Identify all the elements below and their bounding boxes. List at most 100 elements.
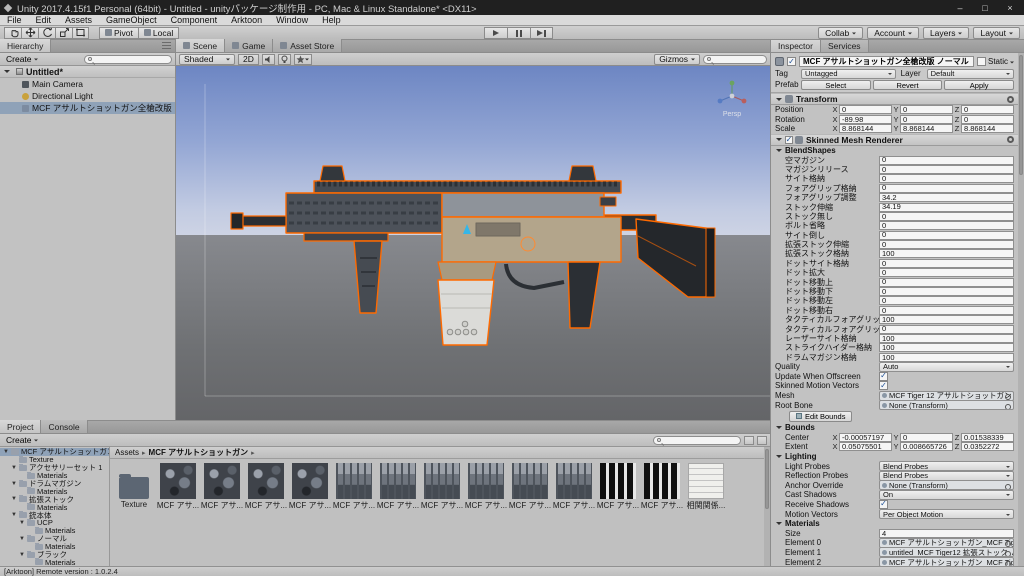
blendshape-value-field[interactable]: 0 bbox=[879, 221, 1014, 230]
project-tree-item[interactable]: Texture bbox=[0, 456, 109, 464]
bounds-foldout[interactable]: Bounds bbox=[771, 423, 1018, 433]
blendshape-value-field[interactable]: 0 bbox=[879, 184, 1014, 193]
prefab-button[interactable]: Revert bbox=[873, 80, 943, 90]
asset-item[interactable]: MCF アサ... bbox=[376, 463, 420, 511]
center-y-field[interactable]: 0 bbox=[900, 433, 953, 442]
blendshape-value-field[interactable]: 0 bbox=[879, 306, 1014, 315]
blendshape-value-field[interactable]: 0 bbox=[879, 259, 1014, 268]
persp-label[interactable]: Persp bbox=[723, 111, 741, 118]
project-tab[interactable]: Project bbox=[0, 420, 41, 433]
panel-menu-icon[interactable] bbox=[162, 42, 171, 49]
x-field[interactable]: -89.98 bbox=[839, 115, 892, 124]
tab-hierarchy[interactable]: Hierarchy bbox=[0, 39, 51, 52]
extent-y-field[interactable]: 0.008665726 bbox=[900, 442, 953, 451]
foldout-icon[interactable] bbox=[776, 455, 782, 461]
skinned-mesh-renderer-header[interactable]: Skinned Mesh Renderer bbox=[771, 134, 1018, 146]
pan-tool-button[interactable] bbox=[4, 27, 21, 39]
asset-thumbnail[interactable] bbox=[160, 463, 196, 499]
gear-icon[interactable] bbox=[1007, 96, 1014, 103]
asset-thumbnail[interactable] bbox=[424, 463, 460, 499]
foldout-icon[interactable]: ▼ bbox=[11, 465, 17, 471]
menu-item[interactable]: File bbox=[0, 15, 29, 26]
center-z-field[interactable]: 0.01538339 bbox=[961, 433, 1014, 442]
reflection-probes-dropdown[interactable]: Blend Probes bbox=[879, 471, 1014, 481]
asset-thumbnail[interactable] bbox=[644, 463, 680, 499]
asset-thumbnail[interactable] bbox=[468, 463, 504, 499]
blendshape-value-field[interactable]: 100 bbox=[879, 334, 1014, 343]
menu-item[interactable]: Component bbox=[164, 15, 225, 26]
project-tree-item[interactable]: ▼ 拡張ストック bbox=[0, 495, 109, 503]
cast-shadows-dropdown[interactable]: On bbox=[879, 490, 1014, 500]
inspector-scrollbar[interactable] bbox=[1018, 53, 1024, 566]
asset-item[interactable]: MCF アサ... bbox=[552, 463, 596, 511]
search-by-label-button[interactable] bbox=[757, 436, 767, 445]
local-toggle-button[interactable]: Local bbox=[138, 27, 179, 39]
active-checkbox[interactable] bbox=[787, 57, 796, 66]
scene-effects-dropdown[interactable] bbox=[294, 54, 312, 65]
update-when-offscreen-checkbox[interactable] bbox=[879, 372, 888, 381]
close-button[interactable]: × bbox=[1000, 1, 1020, 14]
foldout-icon[interactable] bbox=[776, 138, 782, 144]
breadcrumb-folder[interactable]: MCF アサルトショットガン bbox=[149, 447, 249, 458]
asset-thumbnail[interactable] bbox=[688, 463, 724, 499]
menu-item[interactable]: Arktoon bbox=[224, 15, 269, 26]
foldout-icon[interactable] bbox=[776, 98, 782, 104]
gizmos-dropdown[interactable]: Gizmos bbox=[654, 54, 700, 65]
quality-dropdown[interactable]: Auto bbox=[879, 362, 1014, 372]
scene-search-input[interactable] bbox=[703, 55, 767, 64]
root-bone-object-field[interactable]: None (Transform) bbox=[879, 400, 1014, 410]
project-tree-item[interactable]: Materials bbox=[0, 527, 109, 535]
extent-z-field[interactable]: 0.0352272 bbox=[961, 442, 1014, 451]
asset-thumbnail[interactable] bbox=[336, 463, 372, 499]
pause-button[interactable] bbox=[507, 27, 530, 39]
gear-icon[interactable] bbox=[1007, 136, 1014, 143]
extent-x-field[interactable]: 0.05075501 bbox=[839, 442, 892, 451]
pivot-toggle-button[interactable]: Pivot bbox=[99, 27, 138, 39]
blendshape-value-field[interactable]: 34.2 bbox=[879, 193, 1014, 202]
materials-size-field[interactable]: 4 bbox=[879, 529, 1014, 538]
asset-item[interactable]: MCF アサ... bbox=[464, 463, 508, 511]
hierarchy-item[interactable]: Main Camera bbox=[0, 78, 175, 90]
project-scrollbar[interactable] bbox=[764, 447, 770, 566]
blendshape-value-field[interactable]: 100 bbox=[879, 343, 1014, 352]
prefab-button[interactable]: Select bbox=[801, 80, 871, 90]
step-button[interactable] bbox=[530, 27, 553, 39]
project-search-input[interactable] bbox=[653, 436, 741, 445]
project-tree-item[interactable]: Materials bbox=[0, 503, 109, 511]
move-tool-button[interactable] bbox=[21, 27, 38, 39]
hierarchy-item[interactable]: Directional Light bbox=[0, 90, 175, 102]
scene-audio-toggle-button[interactable] bbox=[262, 54, 275, 65]
menu-item[interactable]: Window bbox=[269, 15, 315, 26]
blendshape-value-field[interactable]: 0 bbox=[879, 268, 1014, 277]
foldout-icon[interactable]: ▼ bbox=[11, 512, 17, 518]
inspector-tab[interactable]: Services bbox=[821, 40, 869, 52]
breadcrumb-assets[interactable]: Assets bbox=[115, 448, 139, 457]
blendshape-value-field[interactable]: 0 bbox=[879, 174, 1014, 183]
project-tree-item[interactable]: ▼ 銃本体 bbox=[0, 511, 109, 519]
asset-item[interactable]: MCF アサ... bbox=[420, 463, 464, 511]
hierarchy-create-button[interactable]: Create bbox=[3, 54, 41, 65]
x-field[interactable]: 8.868144 bbox=[839, 124, 892, 133]
project-tree-item[interactable]: Materials bbox=[0, 543, 109, 551]
receive-shadows-checkbox[interactable] bbox=[879, 500, 888, 509]
prefab-button[interactable]: Apply bbox=[944, 80, 1014, 90]
project-tree-item[interactable]: ▼ UCP bbox=[0, 519, 109, 527]
materials-foldout[interactable]: Materials bbox=[771, 519, 1018, 529]
asset-item[interactable]: Texture bbox=[112, 463, 156, 511]
project-tree-item[interactable]: ▼ アクセサリーセット 1 bbox=[0, 464, 109, 472]
material-object-field[interactable]: untitled_MCF Tiger12 拡張ストック_Albedo1 bbox=[879, 547, 1014, 557]
blendshape-value-field[interactable]: 0 bbox=[879, 278, 1014, 287]
foldout-icon[interactable]: ▼ bbox=[11, 496, 17, 502]
asset-thumbnail[interactable] bbox=[248, 463, 284, 499]
layer-dropdown[interactable]: Default bbox=[927, 69, 1014, 79]
y-field[interactable]: 0 bbox=[900, 115, 953, 124]
search-by-type-button[interactable] bbox=[744, 436, 754, 445]
asset-item[interactable]: MCF アサ... bbox=[288, 463, 332, 511]
scene-viewport[interactable]: Persp bbox=[176, 66, 770, 420]
edit-bounds-button[interactable]: Edit Bounds bbox=[789, 411, 852, 422]
menu-item[interactable]: GameObject bbox=[99, 15, 164, 26]
project-tree-item[interactable]: ▼ ブラック bbox=[0, 551, 109, 559]
scene-root-row[interactable]: Untitled* bbox=[0, 66, 175, 78]
scrollbar-thumb[interactable] bbox=[765, 449, 769, 509]
project-create-button[interactable]: Create bbox=[3, 435, 41, 446]
